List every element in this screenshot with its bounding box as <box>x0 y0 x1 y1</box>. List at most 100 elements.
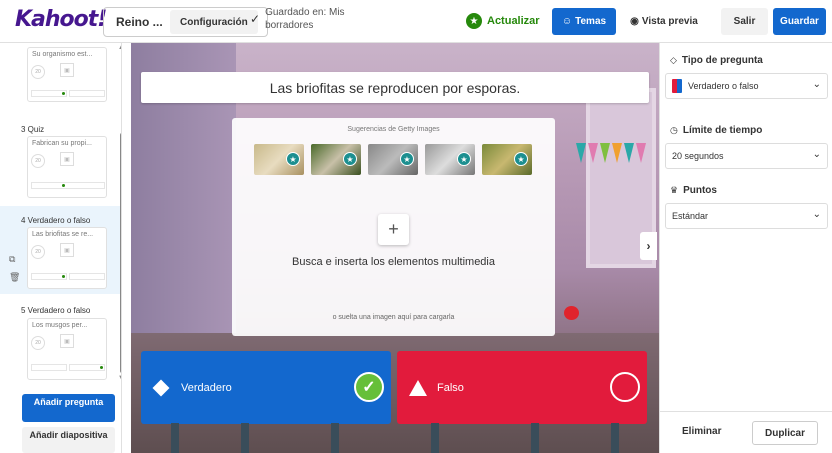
question-type-heading: ◇ Tipo de pregunta <box>670 55 763 66</box>
true-false-icon <box>672 79 682 93</box>
getty-thumbnail[interactable]: ★ <box>482 144 532 175</box>
clock-icon: ◷ <box>670 125 678 135</box>
preview-button[interactable]: ◉ Vista previa <box>625 8 703 35</box>
slide-item[interactable]: 5 Verdadero o falso Los musgos per... 20… <box>0 298 121 380</box>
correct-dot <box>100 366 103 369</box>
checkmark-icon: ✓ <box>250 12 261 26</box>
preview-label: Vista previa <box>641 16 698 27</box>
question-type-select[interactable]: Verdadero o falso ⌄ <box>665 73 828 99</box>
getty-thumbnail[interactable]: ★ <box>425 144 475 175</box>
star-icon: ★ <box>466 13 482 29</box>
question-type-value: Verdadero o falso <box>688 81 759 91</box>
themes-button[interactable]: ☺ Temas <box>552 8 616 35</box>
duplicate-icon[interactable]: ⧉ <box>9 254 15 265</box>
getty-thumbnail[interactable]: ★ <box>254 144 304 175</box>
correct-dot <box>62 184 65 187</box>
kahoot-title[interactable]: Reino ... <box>104 15 166 29</box>
getty-label: Sugerencias de Getty Images <box>347 126 440 133</box>
answer-bar <box>31 182 105 189</box>
question-canvas: Las briofitas se reproducen por esporas.… <box>131 43 659 453</box>
getty-thumbnail[interactable]: ★ <box>368 144 418 175</box>
time-limit-heading: ◷ Límite de tiempo <box>670 125 762 136</box>
points-select[interactable]: Estándar ⌄ <box>665 203 828 229</box>
question-type-icon: ◇ <box>670 55 677 65</box>
duplicate-button[interactable]: Duplicar <box>752 421 818 445</box>
delete-button[interactable]: Eliminar <box>682 426 721 437</box>
slide-item[interactable]: Su organismo est... 20 ▣ <box>0 43 121 111</box>
image-placeholder-icon: ▣ <box>60 243 74 257</box>
correct-dot <box>62 275 65 278</box>
question-title[interactable]: Las briofitas se reproducen por esporas. <box>141 72 649 103</box>
answer-bar <box>69 273 105 280</box>
answer-label: Verdadero <box>181 381 232 394</box>
update-button[interactable]: ★ Actualizar <box>466 13 540 29</box>
correct-check-icon[interactable]: ✓ <box>354 372 384 402</box>
slide-item[interactable]: 3 Quiz Fabrican su propi... 20 ▣ <box>0 118 121 198</box>
image-placeholder-icon: ▣ <box>60 152 74 166</box>
desk-leg <box>531 423 539 453</box>
chevron-right-icon[interactable]: › <box>640 232 657 260</box>
desk-leg <box>331 423 339 453</box>
trash-icon[interactable]: 🗑 <box>9 272 20 283</box>
kahoot-title-box[interactable]: Reino ... Configuración <box>103 7 268 37</box>
star-icon: ★ <box>343 152 357 166</box>
media-prompt: Busca e inserta los elementos multimedia <box>292 256 495 268</box>
add-slide-button[interactable]: Añadir diapositiva <box>22 427 115 453</box>
chevron-down-icon: ⌄ <box>812 209 821 220</box>
media-drop-hint: o suelta una imagen aquí para cargarla <box>332 314 455 321</box>
timer-icon: 20 <box>31 154 45 168</box>
desk-leg <box>171 423 179 453</box>
getty-thumbnail[interactable]: ★ <box>311 144 361 175</box>
slide-thumbnail[interactable]: Su organismo est... 20 ▣ <box>27 47 107 102</box>
triangle-icon <box>409 379 427 396</box>
diamond-icon <box>152 379 170 396</box>
slide-label: 3 Quiz <box>21 125 45 134</box>
apple-decoration <box>564 306 579 320</box>
add-media-icon[interactable]: + <box>378 214 409 245</box>
answer-bar <box>69 90 105 97</box>
slide-label: 4 Verdadero o falso <box>21 216 91 225</box>
divider <box>660 411 832 412</box>
slide-preview-text: Los musgos per... <box>32 322 88 329</box>
correct-toggle-icon[interactable] <box>610 372 640 402</box>
slide-label: 5 Verdadero o falso <box>21 306 91 315</box>
star-icon: ★ <box>514 152 528 166</box>
answer-true[interactable]: Verdadero ✓ <box>141 351 391 424</box>
scrollbar[interactable] <box>120 133 121 373</box>
time-limit-label: Límite de tiempo <box>682 125 763 136</box>
save-status: ✓ Guardado en: Mis borradores <box>250 6 345 32</box>
kahoot-logo[interactable]: Kahoot! <box>15 7 107 32</box>
scroll-down-arrow[interactable]: ▼ <box>118 375 121 381</box>
update-label: Actualizar <box>487 15 540 27</box>
slide-thumbnail[interactable]: Las briofitas se re... 20 ▣ <box>27 227 107 289</box>
slide-list: Su organismo est... 20 ▣ 3 Quiz Fabrican… <box>0 43 122 453</box>
media-upload-area[interactable]: Sugerencias de Getty Images ★ ★ ★ ★ ★ + … <box>232 118 555 336</box>
points-value: Estándar <box>672 211 709 221</box>
answer-false[interactable]: Falso <box>397 351 647 424</box>
save-button[interactable]: Guardar <box>773 8 826 35</box>
image-placeholder-icon: ▣ <box>60 63 74 77</box>
correct-dot <box>62 92 65 95</box>
scroll-up-arrow[interactable]: ▲ <box>118 45 121 51</box>
answer-bar <box>31 364 67 371</box>
add-question-button[interactable]: Añadir pregunta <box>22 394 115 422</box>
slide-thumbnail[interactable]: Los musgos per... 20 ▣ <box>27 318 107 380</box>
points-label: Puntos <box>683 185 717 196</box>
desk-leg <box>241 423 249 453</box>
star-icon: ★ <box>457 152 471 166</box>
top-bar: Kahoot! Reino ... Configuración ✓ Guarda… <box>0 0 832 43</box>
desk-leg <box>611 423 619 453</box>
image-placeholder-icon: ▣ <box>60 334 74 348</box>
answer-label: Falso <box>437 381 464 394</box>
slide-item-active[interactable]: 4 Verdadero o falso ⧉ 🗑 Las briofitas se… <box>0 206 121 294</box>
timer-icon: 20 <box>31 65 45 79</box>
exit-button[interactable]: Salir <box>721 8 768 35</box>
time-limit-select[interactable]: 20 segundos ⌄ <box>665 143 828 169</box>
slide-thumbnail[interactable]: Fabrican su propi... 20 ▣ <box>27 136 107 198</box>
palette-icon: ☺ <box>561 16 573 27</box>
settings-button[interactable]: Configuración <box>170 10 258 34</box>
medal-icon: ♛ <box>670 185 679 195</box>
chevron-down-icon: ⌄ <box>812 149 821 160</box>
timer-icon: 20 <box>31 245 45 259</box>
points-heading: ♛ Puntos <box>670 185 717 196</box>
